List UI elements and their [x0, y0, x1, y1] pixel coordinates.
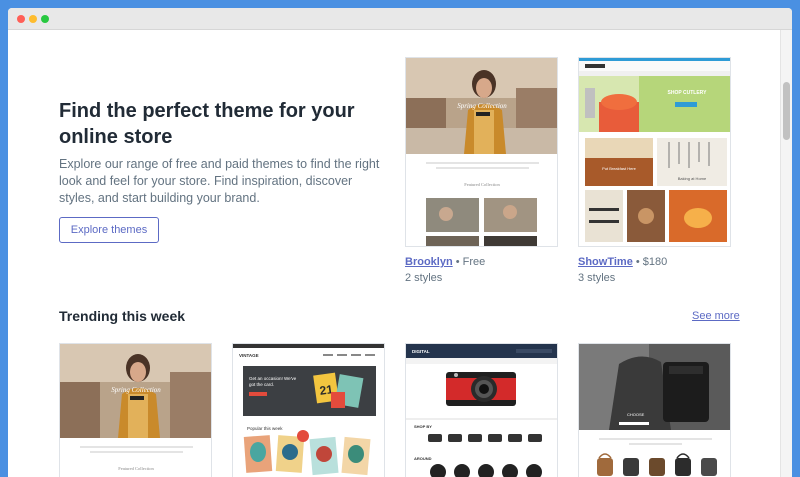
svg-text:VINTAGE: VINTAGE: [239, 353, 259, 358]
theme-styles-showtime: 3 styles: [578, 272, 616, 284]
trending-preview-image-3: DIGITAL SHOP BY AROUND: [406, 344, 557, 477]
trending-theme-thumbnail-4[interactable]: CHOOSE: [578, 343, 731, 477]
close-window-icon[interactable]: [17, 15, 25, 23]
trending-theme-thumbnail-2[interactable]: VINTAGE Get an occasion! We've got the c…: [232, 343, 385, 477]
explore-themes-button[interactable]: Explore themes: [59, 217, 159, 243]
see-more-link[interactable]: See more: [692, 310, 740, 322]
theme-link-showtime[interactable]: ShowTime: [578, 256, 633, 268]
svg-text:got the card.: got the card.: [249, 382, 274, 387]
svg-text:AROUND: AROUND: [414, 456, 432, 461]
svg-text:Get an occasion! We've: Get an occasion! We've: [249, 376, 297, 381]
svg-text:CHOOSE: CHOOSE: [627, 412, 645, 417]
trending-preview-image-2: VINTAGE Get an occasion! We've got the c…: [233, 344, 384, 476]
theme-styles-brooklyn: 2 styles: [405, 272, 443, 284]
maximize-window-icon[interactable]: [41, 15, 49, 23]
theme-link-brooklyn[interactable]: Brooklyn: [405, 256, 453, 268]
separator-dot: •: [455, 256, 463, 268]
brooklyn-preview-image: Spring Collection Featured Collection: [406, 58, 557, 246]
svg-text:Put Breakfast Here: Put Breakfast Here: [602, 166, 637, 171]
trending-preview-image-1: Spring Collection Featured Collection: [60, 344, 211, 471]
separator-dot: •: [635, 256, 643, 268]
page-scrollbar[interactable]: [780, 30, 792, 477]
theme-price-showtime: $180: [642, 256, 668, 268]
svg-text:Baking at Home: Baking at Home: [678, 176, 707, 181]
svg-text:Featured Collection: Featured Collection: [118, 466, 154, 471]
theme-thumbnail-showtime[interactable]: SHOP CUTLERY Put Breakfast Here Baking a…: [578, 57, 731, 247]
minimize-window-icon[interactable]: [29, 15, 37, 23]
page-content: Find the perfect theme for your online s…: [8, 30, 792, 477]
browser-window: Find the perfect theme for your online s…: [8, 8, 792, 477]
svg-text:DIGITAL: DIGITAL: [412, 349, 430, 354]
svg-text:SHOP BY: SHOP BY: [414, 424, 432, 429]
window-titlebar: [8, 8, 792, 30]
trending-theme-thumbnail-1[interactable]: Spring Collection Featured Collection: [59, 343, 212, 477]
trending-preview-image-4: CHOOSE: [579, 344, 730, 477]
hero-title: Find the perfect theme for your online s…: [59, 100, 355, 148]
theme-meta-brooklyn: Brooklyn • Free 2 styles: [405, 255, 485, 285]
theme-thumbnail-brooklyn[interactable]: Spring Collection Featured Collection: [405, 57, 558, 247]
svg-text:Popular this week: Popular this week: [247, 426, 283, 431]
scrollbar-thumb[interactable]: [783, 82, 790, 140]
theme-meta-showtime: ShowTime • $180 3 styles: [578, 255, 667, 285]
trending-section-title: Trending this week: [59, 308, 186, 324]
theme-price-brooklyn: Free: [462, 256, 486, 268]
brooklyn-banner-text: Spring Collection: [457, 102, 507, 110]
svg-text:Featured Collection: Featured Collection: [464, 182, 500, 187]
trending-theme-thumbnail-3[interactable]: DIGITAL SHOP BY AROUND: [405, 343, 558, 477]
svg-text:SHOP CUTLERY: SHOP CUTLERY: [668, 90, 708, 96]
showtime-preview-image: SHOP CUTLERY Put Breakfast Here Baking a…: [579, 58, 730, 242]
hero-description: Explore our range of free and paid theme…: [59, 157, 380, 205]
svg-text:Spring Collection: Spring Collection: [111, 386, 161, 394]
